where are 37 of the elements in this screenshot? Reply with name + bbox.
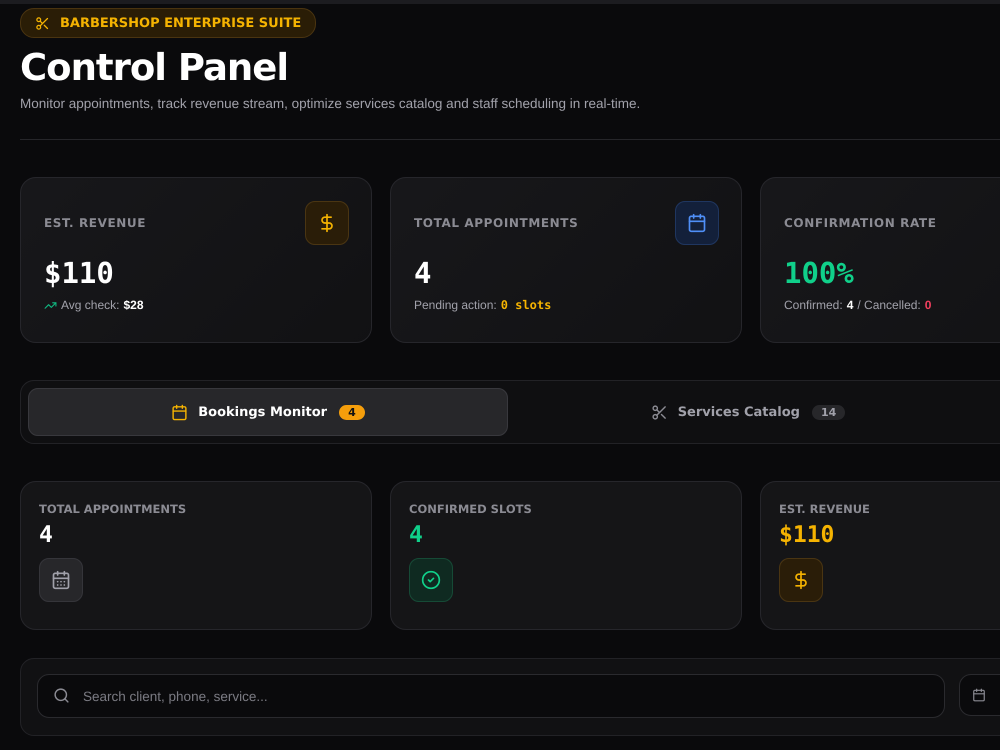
calendar-icon <box>39 558 83 602</box>
scissors-icon <box>650 404 668 420</box>
calendar-icon <box>972 688 986 702</box>
calendar-icon <box>675 201 719 245</box>
page-title: Control Panel <box>20 45 290 91</box>
summary-value: $110 <box>779 522 834 548</box>
summary-label: TOTAL APPOINTMENTS <box>39 502 186 516</box>
kpi-note: / Cancelled: <box>857 298 921 312</box>
kpi-note: 0 slots <box>500 298 552 312</box>
calendar-icon <box>171 404 188 420</box>
kpi-label: TOTAL APPOINTMENTS <box>414 216 578 230</box>
kpi-note: $28 <box>123 298 144 312</box>
kpi-note: Avg check: <box>61 298 120 312</box>
tab[interactable]: Services Catalog 14 <box>508 388 988 436</box>
kpi-value: 4 <box>414 256 432 290</box>
count-badge: 14 <box>812 404 846 420</box>
summary-label: CONFIRMED SLOTS <box>409 502 532 516</box>
suite-badge: BARBERSHOP ENTERPRISE SUITE <box>20 8 316 38</box>
summary-value: 4 <box>409 522 423 548</box>
kpi-value: $110 <box>44 256 114 290</box>
kpi-label: CONFIRMATION RATE <box>784 216 937 230</box>
summary-value: 4 <box>39 522 53 548</box>
kpi-note: 0 <box>924 298 932 312</box>
count-badge: 4 <box>339 404 365 420</box>
search-icon <box>53 687 70 704</box>
page-subtitle: Monitor appointments, track revenue stream, optimize services catalog and staff scheduling in real-time. <box>20 96 642 111</box>
tab[interactable]: Bookings Monitor 4 <box>28 388 508 436</box>
kpi-label: EST. REVENUE <box>44 216 146 230</box>
kpi-note: Pending action: <box>414 298 497 312</box>
dollar-icon <box>779 558 823 602</box>
summary-label: EST. REVENUE <box>779 502 870 516</box>
dollar-icon <box>305 201 349 245</box>
kpi-value: 100% <box>784 256 854 290</box>
search-field[interactable]: Search client, phone, service... <box>37 674 945 718</box>
kpi-note: 4 <box>846 298 854 312</box>
scissors-icon <box>35 16 50 30</box>
kpi-note: Confirmed: <box>784 298 843 312</box>
